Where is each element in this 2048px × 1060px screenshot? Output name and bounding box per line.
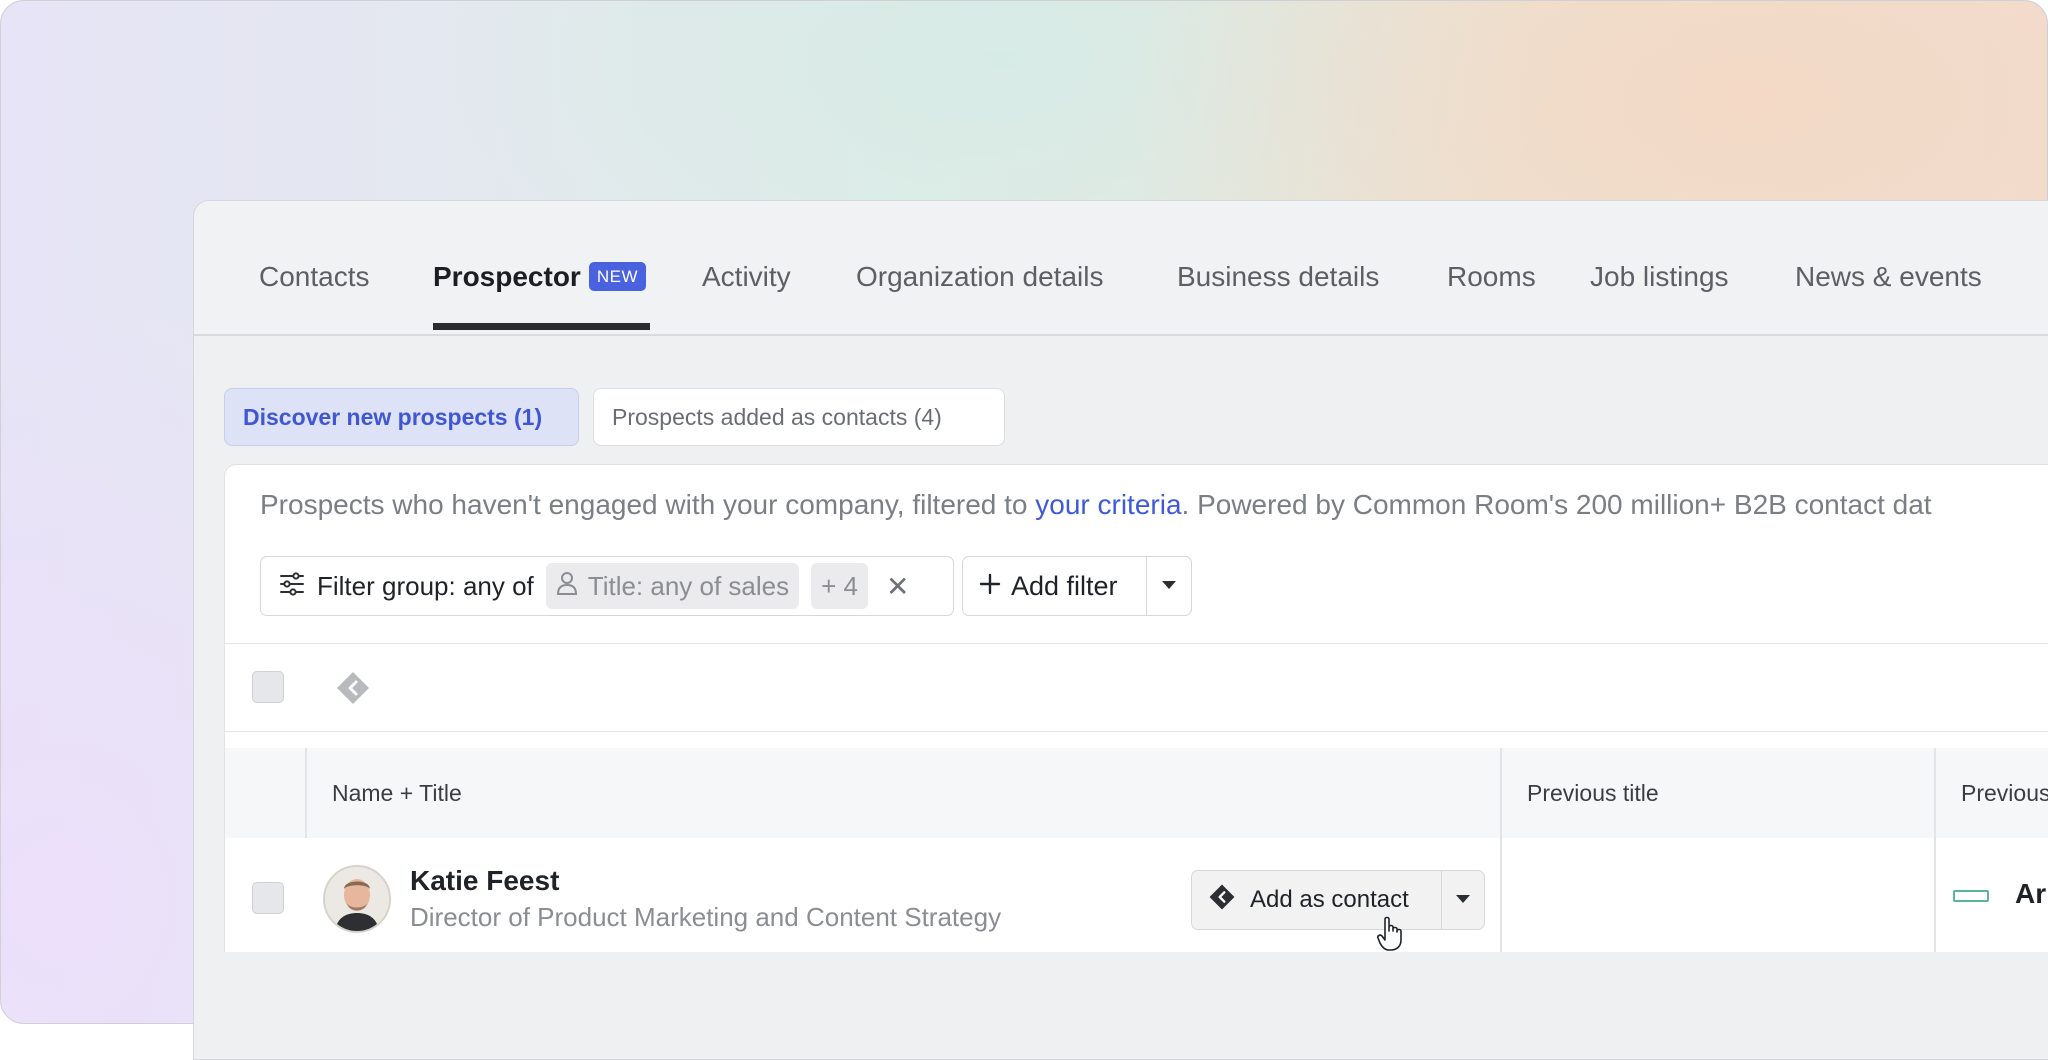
tab-business-details[interactable]: Business details bbox=[1177, 261, 1379, 293]
column-divider bbox=[1500, 838, 1502, 952]
title-filter-chip[interactable]: Title: any of sales bbox=[545, 563, 800, 609]
filter-group-label: Filter group: any of bbox=[317, 570, 534, 601]
tab-job-listings[interactable]: Job listings bbox=[1590, 261, 1729, 293]
add-filter-button[interactable]: Add filter bbox=[963, 557, 1146, 615]
table-header: Name + Title Previous title Previous bbox=[225, 748, 2048, 839]
filter-group[interactable]: Filter group: any of Title: any of sales… bbox=[260, 556, 954, 616]
bulk-actions-row bbox=[225, 643, 2048, 732]
prospects-panel: Prospects who haven't engaged with your … bbox=[224, 464, 2048, 952]
column-divider bbox=[305, 748, 307, 838]
tab-bar: Contacts Prospector NEW Activity Organiza… bbox=[194, 201, 2048, 336]
plus-icon bbox=[979, 571, 1001, 602]
prospects-description: Prospects who haven't engaged with your … bbox=[260, 489, 1932, 521]
row-checkbox[interactable] bbox=[252, 882, 284, 914]
company-logo-icon bbox=[1953, 890, 1989, 902]
tab-activity[interactable]: Activity bbox=[702, 261, 791, 293]
add-as-contact-dropdown[interactable] bbox=[1441, 871, 1484, 929]
hand-pointer-cursor-icon bbox=[1376, 916, 1406, 957]
tab-organization-details[interactable]: Organization details bbox=[856, 261, 1103, 293]
add-filter-label: Add filter bbox=[1011, 570, 1118, 601]
active-tab-indicator bbox=[433, 323, 650, 330]
tab-prospector[interactable]: Prospector NEW bbox=[433, 261, 646, 293]
more-filters-count[interactable]: + 4 bbox=[811, 563, 869, 609]
title-filter-label: Title: any of sales bbox=[587, 570, 790, 601]
tab-rooms[interactable]: Rooms bbox=[1447, 261, 1536, 293]
tab-news-events[interactable]: News & events bbox=[1795, 261, 1982, 293]
add-as-contact-label: Add as contact bbox=[1250, 886, 1409, 913]
caret-down-icon bbox=[1161, 577, 1177, 595]
tab-contacts[interactable]: Contacts bbox=[259, 261, 370, 293]
add-filter-button-group: Add filter bbox=[962, 556, 1192, 616]
subtab-discover-new-prospects[interactable]: Discover new prospects (1) bbox=[224, 388, 579, 446]
column-divider bbox=[1934, 748, 1936, 838]
previous-company-name[interactable]: Ar bbox=[2015, 878, 2046, 910]
close-icon[interactable]: ✕ bbox=[886, 570, 909, 603]
column-previous-company[interactable]: Previous bbox=[1961, 780, 2048, 807]
new-badge: NEW bbox=[588, 262, 646, 292]
column-divider bbox=[1500, 748, 1502, 838]
criteria-link[interactable]: your criteria bbox=[1035, 489, 1181, 520]
tab-prospector-label: Prospector bbox=[433, 261, 581, 292]
column-previous-title[interactable]: Previous title bbox=[1527, 780, 1659, 807]
description-text: Prospects who haven't engaged with your … bbox=[260, 489, 1036, 520]
add-filter-dropdown[interactable] bbox=[1146, 557, 1191, 615]
subtab-prospects-added[interactable]: Prospects added as contacts (4) bbox=[593, 388, 1005, 446]
table-row[interactable]: Katie Feest Director of Product Marketin… bbox=[225, 838, 2048, 952]
filter-sliders-icon bbox=[279, 571, 305, 601]
app-window: Contacts Prospector NEW Activity Organiza… bbox=[193, 200, 2048, 1060]
description-text-end: . Powered by Common Room's 200 million+ … bbox=[1181, 489, 1932, 520]
column-divider bbox=[1934, 838, 1936, 952]
caret-down-icon bbox=[1455, 891, 1471, 909]
person-icon bbox=[556, 571, 578, 602]
add-as-contact-button-group: Add as contact bbox=[1191, 870, 1485, 930]
column-name-title[interactable]: Name + Title bbox=[332, 780, 462, 807]
person-title: Director of Product Marketing and Conten… bbox=[410, 902, 1002, 932]
person-name[interactable]: Katie Feest bbox=[410, 865, 559, 897]
tag-icon[interactable] bbox=[335, 670, 371, 711]
select-all-checkbox[interactable] bbox=[252, 671, 284, 703]
tag-icon bbox=[1208, 883, 1236, 918]
avatar bbox=[323, 865, 391, 933]
